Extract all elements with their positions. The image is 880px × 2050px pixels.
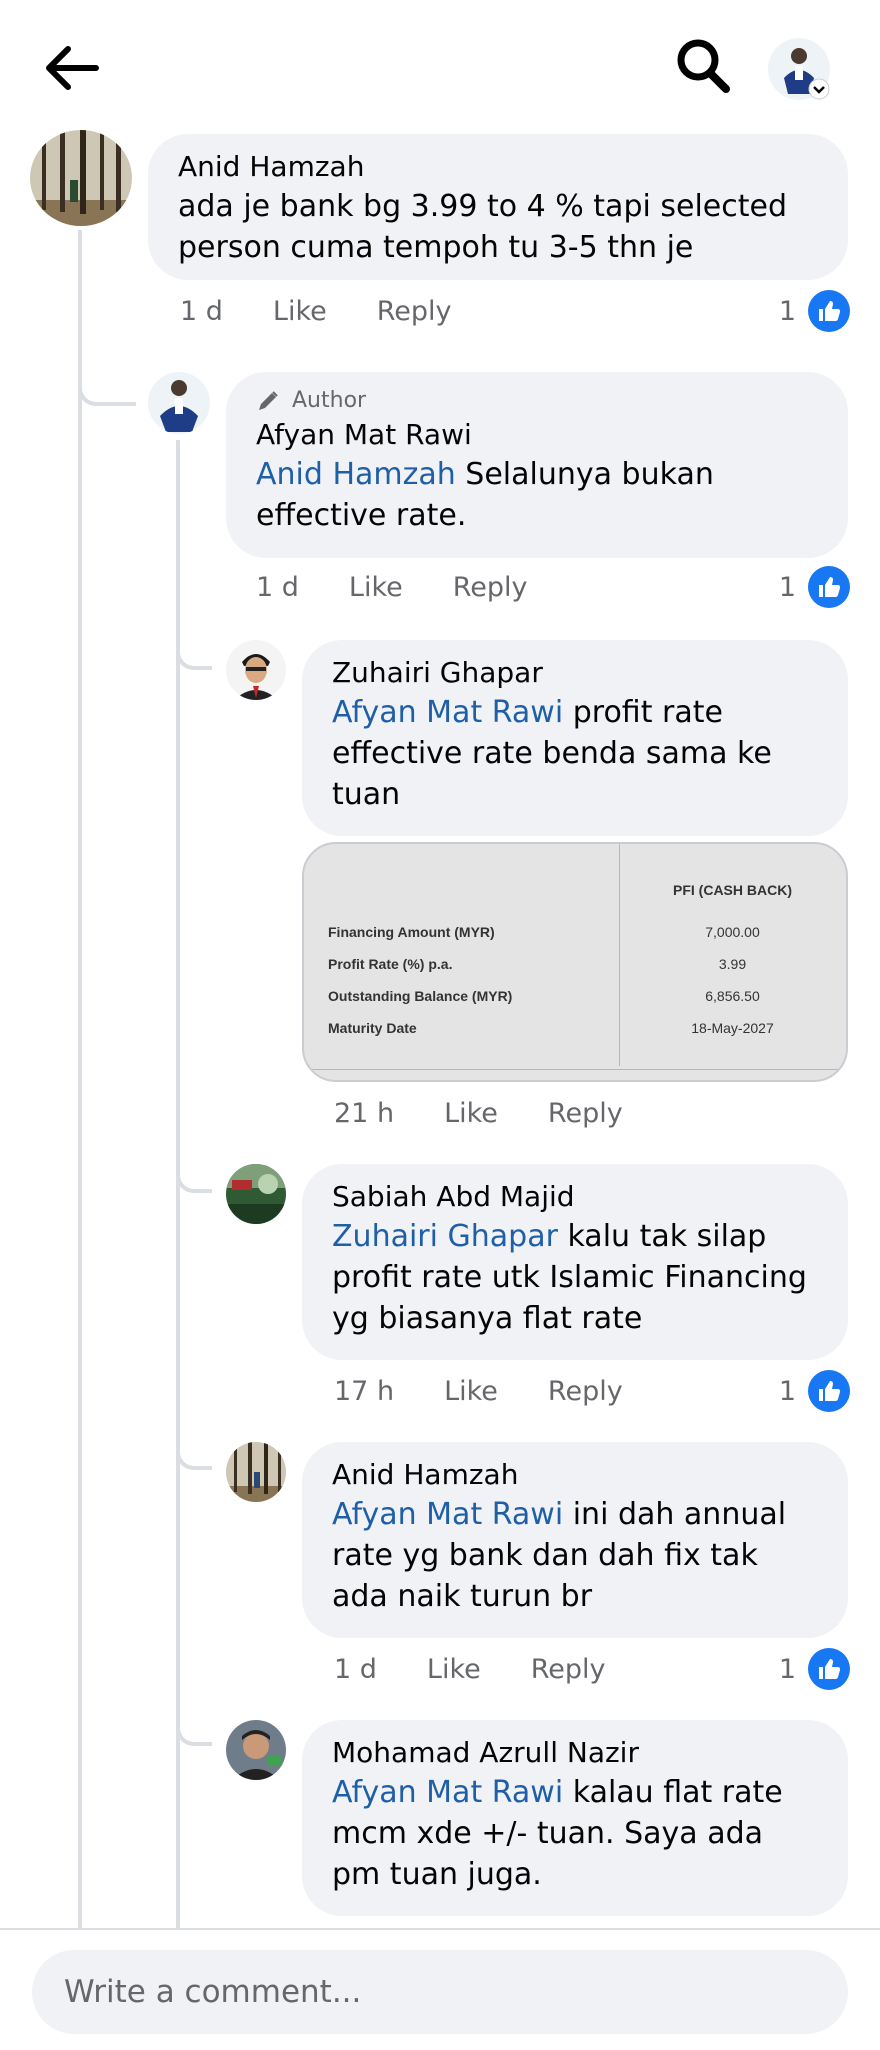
comment-actions: 21 h Like Reply <box>334 1098 623 1129</box>
like-count: 1 <box>778 295 796 327</box>
search-icon <box>677 39 730 93</box>
like-count: 1 <box>778 1653 796 1685</box>
commenter-name[interactable]: Mohamad Azrull Nazir <box>332 1734 818 1772</box>
author-badge: Author <box>256 386 818 416</box>
thread-connector <box>176 1700 212 1746</box>
table-row: Maturity Date 18-May-2027 <box>328 1020 846 1042</box>
row-value: 18-May-2027 <box>691 1020 774 1036</box>
avatar[interactable] <box>30 130 132 226</box>
profile-avatar-icon <box>768 38 830 100</box>
like-count: 1 <box>778 571 796 603</box>
comment-actions: 1 d Like Reply <box>334 1654 606 1685</box>
comment-time[interactable]: 21 h <box>334 1098 394 1129</box>
like-button[interactable]: Like <box>349 572 403 603</box>
financing-table: PFI (CASH BACK) Financing Amount (MYR) 7… <box>304 844 846 1080</box>
comment-time[interactable]: 1 d <box>256 572 299 603</box>
comment-input[interactable]: Write a comment... <box>32 1950 848 2034</box>
mention-link[interactable]: Anid Hamzah <box>256 457 456 492</box>
reply-button[interactable]: Reply <box>453 572 528 603</box>
commenter-name[interactable]: Sabiah Abd Majid <box>332 1178 818 1216</box>
person-avatar-icon <box>226 640 286 700</box>
thread-connector <box>78 330 136 406</box>
row-value: 3.99 <box>718 956 747 972</box>
row-label: Profit Rate (%) p.a. <box>328 956 453 972</box>
commenter-name[interactable]: Anid Hamzah <box>332 1456 818 1494</box>
pencil-icon <box>259 391 278 410</box>
commenter-name[interactable]: Afyan Mat Rawi <box>256 416 818 454</box>
landscape-avatar-icon <box>226 1164 286 1224</box>
back-button[interactable] <box>36 36 106 100</box>
reaction-count[interactable]: 1 <box>779 1648 850 1690</box>
like-count: 1 <box>778 1375 796 1407</box>
row-value: 7,000.00 <box>705 924 760 940</box>
reaction-count[interactable]: 1 <box>779 566 850 608</box>
thread-connector <box>176 1145 212 1193</box>
author-label: Author <box>292 388 367 413</box>
like-button[interactable]: Like <box>444 1376 498 1407</box>
like-button[interactable]: Like <box>444 1098 498 1129</box>
thumbs-up-icon <box>808 566 850 608</box>
forest-photo-avatar-icon <box>30 130 132 226</box>
comment-composer-bar: Write a comment... <box>0 1928 880 2050</box>
thread-line-main <box>78 230 82 1930</box>
reply-button[interactable]: Reply <box>548 1098 623 1129</box>
thread-connector <box>176 1420 212 1470</box>
reply-button[interactable]: Reply <box>531 1654 606 1685</box>
comment-actions: 1 d Like Reply <box>180 296 452 327</box>
mention-link[interactable]: Zuhairi Ghapar <box>332 1219 558 1254</box>
commenter-name[interactable]: Zuhairi Ghapar <box>332 654 818 692</box>
avatar[interactable] <box>148 372 210 434</box>
mention-link[interactable]: Afyan Mat Rawi <box>332 1775 563 1810</box>
person-avatar-icon <box>148 372 210 434</box>
avatar[interactable] <box>226 640 286 700</box>
comment-actions: 1 d Like Reply <box>256 572 528 603</box>
mention-link[interactable]: Afyan Mat Rawi <box>332 695 563 730</box>
table-column-header: PFI (CASH BACK) <box>673 882 792 898</box>
mention-link[interactable]: Afyan Mat Rawi <box>332 1497 563 1532</box>
reply-button[interactable]: Reply <box>548 1376 623 1407</box>
table-divider <box>304 1069 846 1070</box>
comment-time[interactable]: 1 d <box>180 296 223 327</box>
comment-bubble[interactable]: Anid Hamzah Afyan Mat Rawi ini dah annua… <box>302 1442 848 1638</box>
comment-bubble[interactable]: Mohamad Azrull Nazir Afyan Mat Rawi kala… <box>302 1720 848 1916</box>
reaction-count[interactable]: 1 <box>779 1370 850 1412</box>
comment-bubble[interactable]: Author Afyan Mat Rawi Anid Hamzah Selalu… <box>226 372 848 558</box>
image-attachment[interactable]: PFI (CASH BACK) Financing Amount (MYR) 7… <box>302 842 848 1082</box>
comment-bubble[interactable]: Anid Hamzah ada je bank bg 3.99 to 4 % t… <box>148 134 848 280</box>
comment-time[interactable]: 17 h <box>334 1376 394 1407</box>
row-label: Outstanding Balance (MYR) <box>328 988 513 1004</box>
comment-text: ada je bank bg 3.99 to 4 % tapi selected… <box>178 189 787 265</box>
top-bar <box>0 0 880 130</box>
like-button[interactable]: Like <box>427 1654 481 1685</box>
avatar[interactable] <box>226 1164 286 1224</box>
person-avatar-icon <box>226 1720 286 1780</box>
search-button[interactable] <box>672 34 734 98</box>
table-row: Profit Rate (%) p.a. 3.99 <box>328 956 846 978</box>
forest-photo-avatar-icon <box>226 1442 286 1502</box>
commenter-name[interactable]: Anid Hamzah <box>178 148 818 186</box>
comment-time[interactable]: 1 d <box>334 1654 377 1685</box>
table-row: Outstanding Balance (MYR) 6,856.50 <box>328 988 846 1010</box>
comment-actions: 17 h Like Reply <box>334 1376 623 1407</box>
row-value: 6,856.50 <box>705 988 760 1004</box>
comment-bubble[interactable]: Sabiah Abd Majid Zuhairi Ghapar kalu tak… <box>302 1164 848 1360</box>
thumbs-up-icon <box>808 1370 850 1412</box>
avatar[interactable] <box>226 1720 286 1780</box>
avatar[interactable] <box>226 1442 286 1502</box>
thread-connector <box>176 620 212 670</box>
like-button[interactable]: Like <box>273 296 327 327</box>
thumbs-up-icon <box>808 290 850 332</box>
profile-menu-button[interactable] <box>764 34 834 104</box>
thumbs-up-icon <box>808 1648 850 1690</box>
reply-button[interactable]: Reply <box>377 296 452 327</box>
table-row: Financing Amount (MYR) 7,000.00 <box>328 924 846 946</box>
arrow-left-icon <box>46 46 99 90</box>
row-label: Financing Amount (MYR) <box>328 924 495 940</box>
row-label: Maturity Date <box>328 1020 417 1036</box>
comment-bubble[interactable]: Zuhairi Ghapar Afyan Mat Rawi profit rat… <box>302 640 848 836</box>
reaction-count[interactable]: 1 <box>779 290 850 332</box>
